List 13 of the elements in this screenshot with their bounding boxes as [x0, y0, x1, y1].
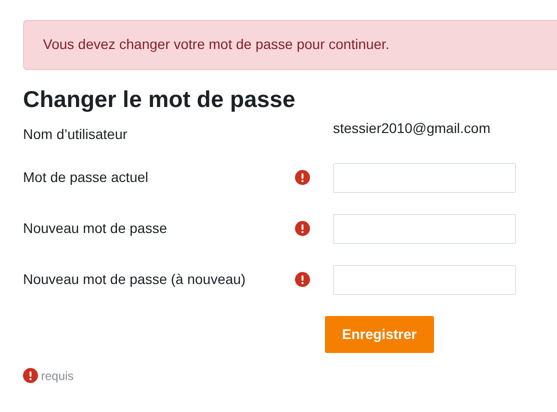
field-label: Nouveau mot de passe (à nouveau) — [23, 270, 247, 290]
field-label: Mot de passe actuel — [23, 168, 150, 188]
page-title: Changer le mot de passe — [23, 86, 296, 114]
legend-text: requis — [41, 368, 74, 385]
username-value: stessier2010@gmail.com — [333, 118, 490, 138]
save-button[interactable]: Enregistrer — [325, 316, 434, 353]
password-field[interactable] — [333, 162, 516, 193]
field-label: Nouveau mot de passe — [23, 219, 168, 238]
password-field[interactable] — [333, 214, 516, 244]
required-icon — [23, 368, 38, 384]
alert-message: Vous devez changer votre mot de passe pour continuer. — [23, 20, 557, 70]
field-label: Nom d’utilisateur — [23, 124, 128, 144]
password-field[interactable] — [333, 264, 516, 295]
